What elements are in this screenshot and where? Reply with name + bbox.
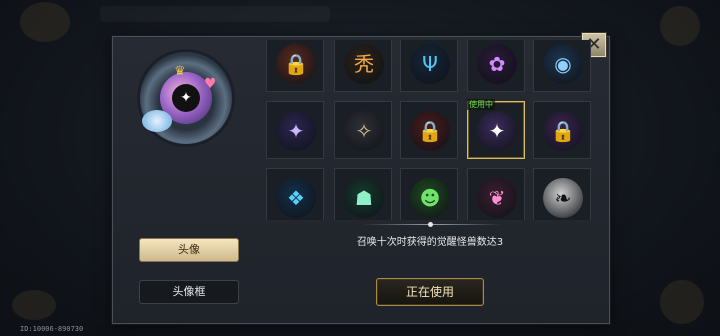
avatar-slot[interactable]: ✿ — [467, 40, 525, 92]
green-beast-icon: ☻ — [419, 186, 441, 210]
compass-star-icon: ✧ — [355, 119, 373, 143]
avatar-slot[interactable]: ❧ — [533, 168, 591, 220]
avatar-slot[interactable]: ◉ — [533, 40, 591, 92]
avatar-slot[interactable]: 🔒 — [533, 101, 591, 159]
scroll-thumb — [428, 222, 433, 227]
crown-icon: ♛ — [174, 64, 186, 79]
avatar-slot[interactable]: 🔒 — [400, 101, 458, 159]
crown-glyph-icon: 秃 — [354, 52, 374, 76]
pink-cloud-icon: ❦ — [488, 186, 506, 210]
trident-icon: Ψ — [422, 52, 438, 76]
tab-avatar-frame[interactable]: 头像框 — [139, 280, 239, 304]
rose-icon: ✿ — [488, 52, 506, 76]
lock-icon: 🔒 — [417, 119, 443, 143]
awakened-beast-icon: ✦ — [488, 119, 506, 143]
avatar-grid[interactable]: 🔒 秃 Ψ ✿ ◉ ✦ ✧ 🔒 ✦ 🔒 ❖ ☗ ☻ ❦ ❧ — [264, 40, 596, 220]
selected-avatar-preview: ✦ ♛ ♥ — [140, 52, 232, 144]
avatar-slot[interactable]: ☻ — [400, 168, 458, 220]
lock-icon: 🔒 — [283, 52, 309, 76]
avatar-slot[interactable]: ✧ — [334, 101, 392, 159]
avatar-slot[interactable]: ✦ — [266, 101, 324, 159]
tab-avatar[interactable]: 头像 — [139, 238, 239, 262]
avatar-slot[interactable]: ❖ — [266, 168, 324, 220]
lock-icon: 🔒 — [550, 119, 576, 143]
player-id-label: ID:10006-890730 — [20, 325, 84, 333]
location-icon: ◉ — [554, 52, 572, 76]
cloud-decoration — [142, 110, 172, 132]
star-core-icon: ✦ — [172, 84, 200, 112]
scroll-indicator — [362, 222, 502, 227]
in-use-badge: 使用中 — [467, 99, 495, 110]
avatar-slot[interactable]: Ψ — [400, 40, 458, 92]
star-orb-icon: ✦ — [287, 119, 305, 143]
in-use-button[interactable]: 正在使用 — [376, 278, 484, 306]
avatar-slot[interactable]: 🔒 — [266, 40, 324, 92]
avatar-slot[interactable]: 秃 — [334, 40, 392, 92]
green-ghost-icon: ☗ — [355, 186, 373, 210]
heart-icon: ♥ — [204, 76, 217, 92]
avatar-slot[interactable]: ☗ — [334, 168, 392, 220]
blue-wing-icon: ❖ — [287, 186, 305, 210]
black-seaweed-icon: ❧ — [554, 186, 572, 210]
avatar-slot[interactable]: ❦ — [467, 168, 525, 220]
unlock-condition-text: 召唤十次时获得的觉醒怪兽数达3 — [356, 237, 504, 248]
